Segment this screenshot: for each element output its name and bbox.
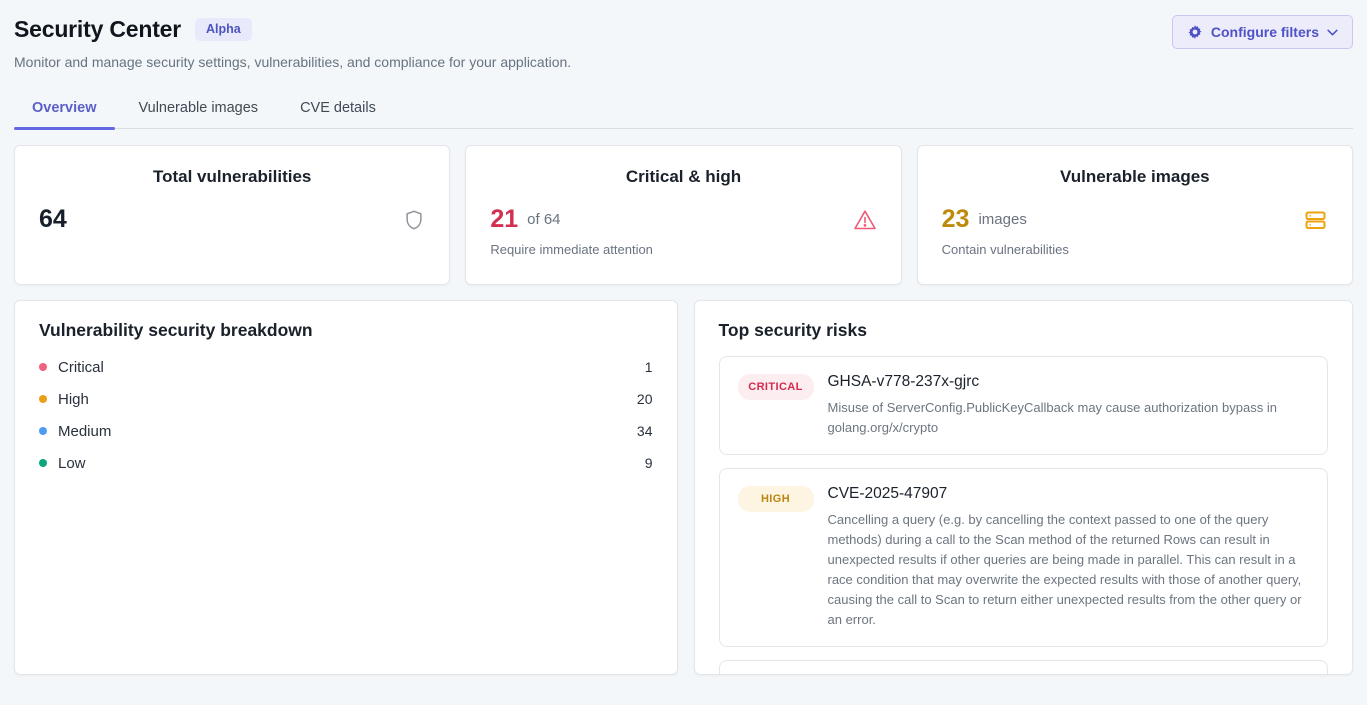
- risk-id: CVE-2025-47907: [828, 485, 1310, 503]
- stat-card-vulnerable-images: Vulnerable images 23 images Contain vuln…: [917, 145, 1353, 285]
- stat-suffix: images: [978, 211, 1026, 228]
- legend-label: Low: [58, 455, 86, 472]
- legend-row-high: High 20: [39, 383, 653, 415]
- tab-cve-details[interactable]: CVE details: [282, 90, 394, 128]
- page-subtitle: Monitor and manage security settings, vu…: [14, 54, 1353, 70]
- vulnerability-breakdown-panel: Vulnerability security breakdown Critica…: [14, 300, 678, 675]
- top-security-risks-panel: Top security risks CRITICAL GHSA-v778-23…: [694, 300, 1354, 675]
- alpha-badge: Alpha: [195, 18, 252, 41]
- legend-value: 9: [645, 455, 653, 471]
- stat-title: Total vulnerabilities: [39, 167, 425, 187]
- stat-card-total-vulnerabilities: Total vulnerabilities 64: [14, 145, 450, 285]
- medium-dot-icon: [39, 427, 47, 435]
- configure-filters-label: Configure filters: [1211, 24, 1319, 40]
- stat-title: Critical & high: [490, 167, 876, 187]
- configure-filters-button[interactable]: Configure filters: [1172, 15, 1353, 49]
- security-center-page: Security Center Alpha Configure filters …: [0, 0, 1367, 705]
- severity-badge: HIGH: [738, 486, 814, 512]
- stat-subtext: Contain vulnerabilities: [942, 242, 1328, 257]
- risk-description: Misuse of ServerConfig.PublicKeyCallback…: [828, 398, 1310, 438]
- warning-icon: [853, 209, 877, 231]
- legend-row-low: Low 9: [39, 447, 653, 479]
- high-dot-icon: [39, 395, 47, 403]
- stat-value-critical-high: 21: [490, 207, 518, 232]
- tab-overview[interactable]: Overview: [14, 90, 115, 128]
- breakdown-title: Vulnerability security breakdown: [39, 320, 653, 341]
- page-title: Security Center: [14, 16, 181, 43]
- severity-legend: Critical 1 High 20 Medium 34 Low 9: [39, 351, 653, 479]
- tab-vulnerable-images[interactable]: Vulnerable images: [121, 90, 277, 128]
- legend-label: Critical: [58, 359, 104, 376]
- low-dot-icon: [39, 459, 47, 467]
- stat-cards-row: Total vulnerabilities 64 Critical & high…: [14, 145, 1353, 285]
- risk-card-ghsa-v778-237x-gjrc[interactable]: CRITICAL GHSA-v778-237x-gjrc Misuse of S…: [719, 356, 1329, 455]
- stat-value-vulnerable-images: 23: [942, 207, 970, 232]
- stat-subtext: Require immediate attention: [490, 242, 876, 257]
- risk-description: Cancelling a query (e.g. by cancelling t…: [828, 510, 1310, 630]
- risk-id: GHSA-v778-237x-gjrc: [828, 373, 1310, 391]
- bottom-panels: Vulnerability security breakdown Critica…: [14, 300, 1353, 675]
- critical-dot-icon: [39, 363, 47, 371]
- stat-suffix: of 64: [527, 211, 560, 228]
- legend-label: Medium: [58, 423, 111, 440]
- gear-icon: [1187, 24, 1203, 40]
- risk-card-cve-2025-9086[interactable]: HIGH CVE-2025-9086: [719, 660, 1329, 675]
- risk-list: CRITICAL GHSA-v778-237x-gjrc Misuse of S…: [719, 356, 1329, 675]
- stat-card-critical-high: Critical & high 21 of 64 Require immedia…: [465, 145, 901, 285]
- stat-title: Vulnerable images: [942, 167, 1328, 187]
- shield-icon: [403, 208, 425, 232]
- severity-badge: CRITICAL: [738, 374, 814, 400]
- risks-title: Top security risks: [719, 320, 1329, 341]
- legend-row-medium: Medium 34: [39, 415, 653, 447]
- chevron-down-icon: [1327, 29, 1338, 36]
- header: Security Center Alpha Configure filters …: [14, 0, 1353, 129]
- tab-bar: Overview Vulnerable images CVE details: [14, 90, 1353, 129]
- stat-value-total: 64: [39, 207, 67, 232]
- legend-value: 34: [637, 423, 653, 439]
- legend-value: 20: [637, 391, 653, 407]
- legend-label: High: [58, 391, 89, 408]
- legend-row-critical: Critical 1: [39, 351, 653, 383]
- risk-card-cve-2025-47907[interactable]: HIGH CVE-2025-47907 Cancelling a query (…: [719, 468, 1329, 647]
- images-icon: [1303, 208, 1328, 232]
- legend-value: 1: [645, 359, 653, 375]
